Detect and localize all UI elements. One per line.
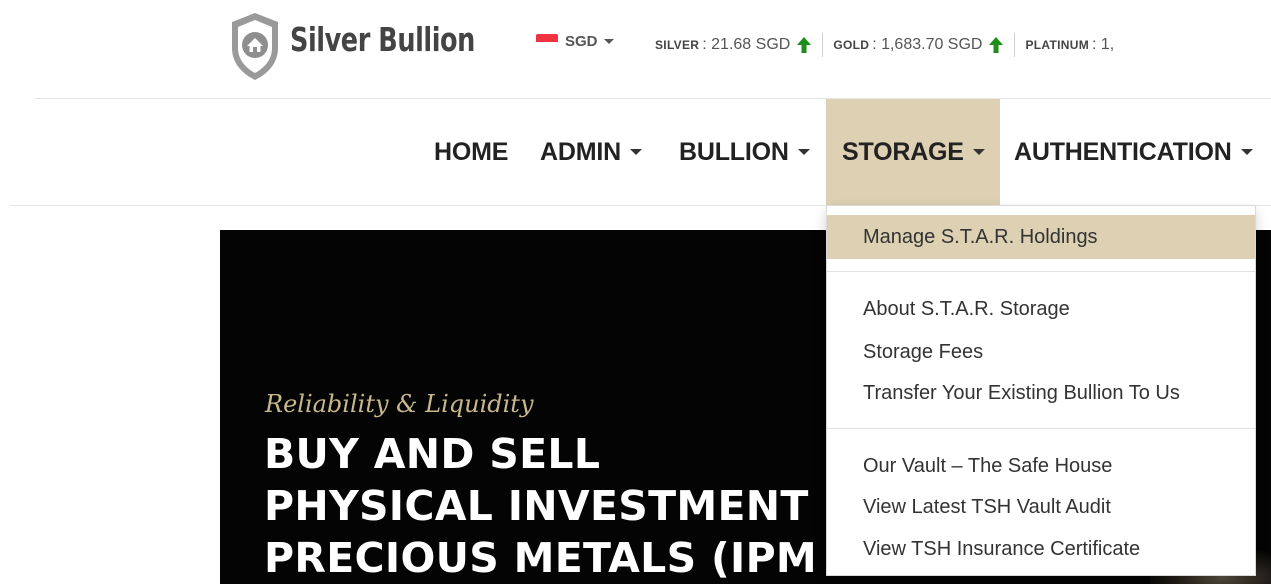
menu-item-our-vault[interactable]: Our Vault – The Safe House <box>827 444 1255 488</box>
chevron-down-icon <box>1240 149 1253 155</box>
nav-storage[interactable]: STORAGE <box>826 99 1000 205</box>
chevron-down-icon <box>629 149 642 155</box>
ticker-silver-label: SILVER <box>655 38 700 52</box>
hero-tagline: Reliability & Liquidity <box>265 390 534 418</box>
nav-authentication[interactable]: AUTHENTICATION <box>1014 99 1253 205</box>
nav-home[interactable]: HOME <box>434 99 508 205</box>
ticker-divider <box>1014 33 1016 57</box>
currency-selector[interactable]: SGD <box>536 33 614 50</box>
ticker-platinum-price: : 1, <box>1092 36 1115 53</box>
menu-item-transfer-bullion[interactable]: Transfer Your Existing Bullion To Us <box>827 371 1255 415</box>
nav-bullion[interactable]: BULLION <box>679 99 810 205</box>
singapore-flag-icon <box>536 34 558 49</box>
menu-item-about-star-storage[interactable]: About S.T.A.R. Storage <box>827 287 1255 331</box>
up-arrow-icon <box>989 37 1004 53</box>
menu-item-label: View Latest TSH Vault Audit <box>863 495 1111 518</box>
nav-admin-label: ADMIN <box>540 137 621 166</box>
up-arrow-icon <box>797 37 812 53</box>
ticker-gold-label: GOLD <box>833 38 870 52</box>
menu-divider <box>827 271 1255 272</box>
chevron-down-icon <box>797 149 810 155</box>
price-ticker: SILVER : 21.68 SGD GOLD : 1,683.70 SGD P… <box>655 33 1114 57</box>
nav-storage-label: STORAGE <box>842 137 964 166</box>
nav-home-label: HOME <box>434 137 509 166</box>
chevron-down-icon <box>603 39 614 44</box>
storage-dropdown-menu: Manage S.T.A.R. Holdings About S.T.A.R. … <box>826 205 1256 576</box>
nav-admin[interactable]: ADMIN <box>540 99 642 205</box>
top-bar: Silver Bullion SGD SILVER : 21.68 SGD GO… <box>0 0 1271 98</box>
menu-item-insurance-certificate[interactable]: View TSH Insurance Certificate <box>827 527 1255 571</box>
menu-item-label: View TSH Insurance Certificate <box>863 537 1141 560</box>
menu-item-label: Transfer Your Existing Bullion To Us <box>863 381 1180 404</box>
nav-bullion-label: BULLION <box>679 137 789 166</box>
menu-item-label: Manage S.T.A.R. Holdings <box>863 225 1098 248</box>
chevron-down-icon <box>972 149 985 155</box>
ticker-divider <box>822 33 824 57</box>
menu-item-label: Storage Fees <box>863 340 984 363</box>
menu-divider <box>827 428 1255 429</box>
ticker-gold-price: : 1,683.70 SGD <box>872 36 983 53</box>
brand-name: Silver Bullion <box>290 20 475 59</box>
shield-home-logo-icon <box>232 13 278 80</box>
menu-item-label: About S.T.A.R. Storage <box>863 297 1070 320</box>
menu-item-manage-star-holdings[interactable]: Manage S.T.A.R. Holdings <box>827 215 1255 259</box>
ticker-silver-price: : 21.68 SGD <box>702 36 791 53</box>
menu-item-label: Our Vault – The Safe House <box>863 454 1113 477</box>
menu-item-storage-fees[interactable]: Storage Fees <box>827 330 1255 374</box>
ticker-platinum-label: PLATINUM <box>1025 38 1089 52</box>
nav-authentication-label: AUTHENTICATION <box>1014 137 1232 166</box>
currency-code: SGD <box>565 33 598 50</box>
main-nav: HOME ADMIN BULLION STORAGE AUTHENTICATIO… <box>0 99 1271 205</box>
menu-item-vault-audit[interactable]: View Latest TSH Vault Audit <box>827 485 1255 529</box>
